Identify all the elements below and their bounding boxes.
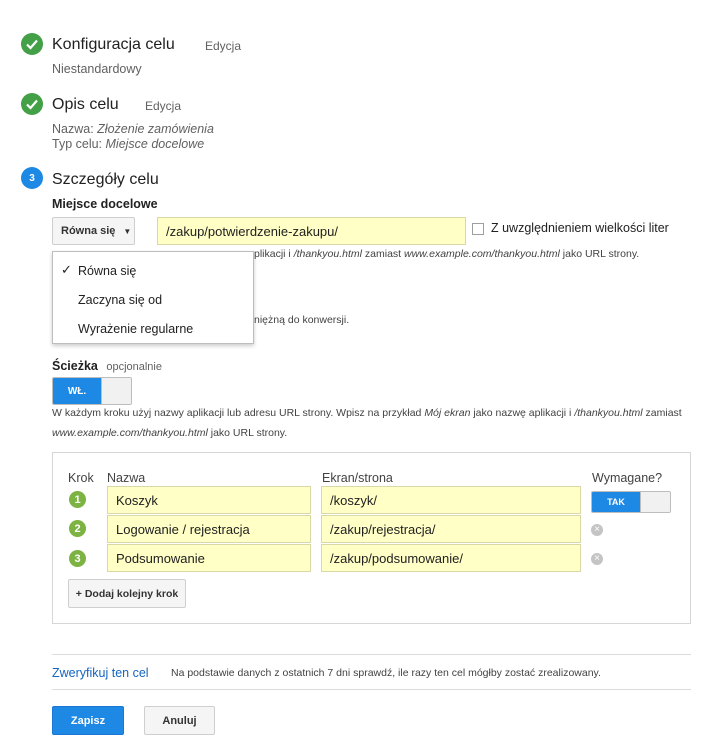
completed-check-icon (21, 93, 43, 115)
option-label: Zaczyna się od (78, 292, 163, 307)
goal-type-line: Typ celu: Miejsce docelowe (52, 137, 204, 151)
funnel-step-name-input[interactable]: Koszyk (107, 486, 311, 514)
funnel-step-screen-input[interactable]: /zakup/rejestracja/ (321, 515, 581, 543)
required-toggle-label: TAK (592, 492, 640, 512)
case-sensitive-label: Z uwzględnieniem wielkości liter (491, 221, 669, 235)
hint-text: plikacji i (254, 248, 291, 260)
completed-check-icon (21, 33, 43, 55)
remove-step-icon[interactable]: × (591, 524, 603, 536)
match-type-select[interactable]: Równa się ▼ (52, 217, 135, 245)
step-title-goal-details: Szczegóły celu (52, 171, 159, 188)
verify-description: Na podstawie danych z ostatnich 7 dni sp… (171, 667, 601, 679)
funnel-step-name-input[interactable]: Logowanie / rejestracja (107, 515, 311, 543)
toggle-knob (640, 492, 670, 512)
step-title-goal-setup: Konfiguracja celu (52, 36, 175, 53)
path-optional: opcjonalnie (106, 361, 162, 373)
hint-text: jako nazwę aplikacji i (473, 407, 572, 419)
edit-goal-setup-link[interactable]: Edycja (205, 39, 241, 53)
funnel-step-screen-input[interactable]: /koszyk/ (321, 486, 581, 514)
cancel-button[interactable]: Anuluj (144, 706, 215, 735)
match-type-dropdown: ✓ Równa się Zaczyna się od Wyrażenie reg… (52, 251, 254, 344)
funnel-step-number: 3 (69, 550, 86, 567)
checkmark-icon: ✓ (61, 262, 72, 277)
required-toggle[interactable]: TAK (591, 491, 671, 513)
path-toggle[interactable]: WŁ. (52, 377, 132, 405)
dropdown-option-equals[interactable]: ✓ Równa się (53, 256, 253, 285)
goal-name-value: Złożenie zamówienia (97, 122, 214, 136)
path-toggle-on-label: WŁ. (53, 378, 101, 404)
funnel-step-number: 1 (69, 491, 86, 508)
goal-setup-summary: Niestandardowy (52, 62, 142, 76)
hint-example: Mój ekran (424, 407, 471, 419)
dropdown-option-regex[interactable]: Wyrażenie regularne (53, 314, 253, 343)
funnel-step-number: 2 (69, 520, 86, 537)
destination-hint: plikacji i /thankyou.html zamiast www.ex… (254, 244, 639, 264)
divider (52, 654, 691, 655)
hint-text: zamiast (645, 407, 682, 419)
hint-example: www.example.com/thankyou.html (52, 427, 208, 439)
match-type-value: Równa się (61, 225, 116, 237)
option-label: Wyrażenie regularne (78, 321, 194, 336)
step-title-goal-description: Opis celu (52, 96, 119, 113)
hint-text: jako URL strony. (210, 427, 288, 439)
step-number-badge: 3 (21, 167, 43, 189)
path-header: Ścieżka opcjonalnie (52, 357, 162, 375)
verify-goal-link[interactable]: Zweryfikuj ten cel (52, 666, 149, 680)
path-hint: W każdym kroku użyj nazwy aplikacji lub … (52, 403, 692, 443)
funnel-step-name-input[interactable]: Podsumowanie (107, 544, 311, 572)
goal-type-label: Typ celu: (52, 137, 103, 151)
divider (52, 689, 691, 690)
hint-text: W każdym kroku użyj nazwy aplikacji lub … (52, 407, 422, 419)
goal-name-label: Nazwa: (52, 122, 94, 136)
column-header-name: Nazwa (107, 471, 146, 485)
chevron-down-icon: ▼ (123, 226, 132, 236)
option-label: Równa się (78, 263, 137, 278)
hint-example: /thankyou.html (293, 248, 362, 260)
funnel-step-screen-input[interactable]: /zakup/podsumowanie/ (321, 544, 581, 572)
save-button[interactable]: Zapisz (52, 706, 124, 735)
column-header-required: Wymagane? (592, 471, 663, 485)
goal-name-line: Nazwa: Złożenie zamówienia (52, 122, 214, 136)
add-step-button[interactable]: + Dodaj kolejny krok (68, 579, 186, 608)
column-header-screen: Ekran/strona (322, 471, 393, 485)
hint-example: www.example.com/thankyou.html (404, 248, 560, 260)
edit-goal-description-link[interactable]: Edycja (145, 99, 181, 113)
case-sensitive-checkbox[interactable] (472, 223, 484, 235)
dropdown-option-begins-with[interactable]: Zaczyna się od (53, 285, 253, 314)
path-label: Ścieżka (52, 359, 98, 373)
destination-label: Miejsce docelowe (52, 197, 158, 211)
column-header-step: Krok (68, 471, 94, 485)
hint-text: jako URL strony. (562, 248, 640, 260)
value-hint-fragment: niężną do konwersji. (254, 314, 350, 326)
hint-text: zamiast (364, 248, 402, 260)
remove-step-icon[interactable]: × (591, 553, 603, 565)
hint-example: /thankyou.html (574, 407, 643, 419)
toggle-knob (101, 378, 131, 404)
goal-type-value: Miejsce docelowe (105, 137, 205, 151)
destination-input[interactable]: /zakup/potwierdzenie-zakupu/ (157, 217, 466, 245)
